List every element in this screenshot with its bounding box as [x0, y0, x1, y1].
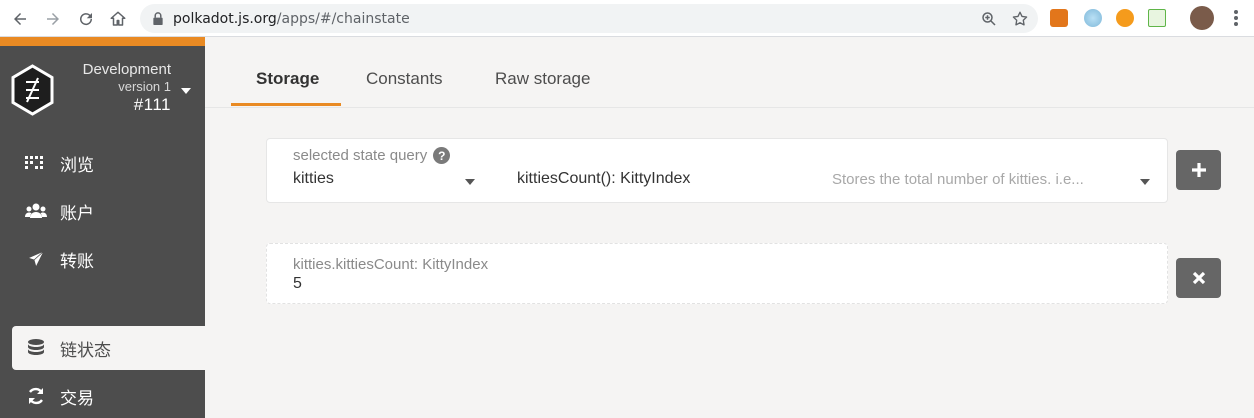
browser-menu-icon[interactable]: [1226, 8, 1246, 28]
database-icon: [24, 338, 48, 358]
result-label: kitties.kittiesCount: KittyIndex: [293, 256, 489, 273]
tab-constants[interactable]: Constants: [366, 69, 443, 89]
chain-dropdown-icon[interactable]: [181, 88, 191, 94]
plus-icon: [1191, 163, 1206, 177]
query-result: kitties.kittiesCount: KittyIndex 5: [266, 243, 1168, 304]
chain-info[interactable]: Development version 1 #111: [83, 61, 171, 115]
sidebar-item-explorer[interactable]: 浏览: [0, 141, 205, 185]
close-icon: [1192, 271, 1205, 285]
sidebar-item-extrinsics[interactable]: 交易: [0, 374, 205, 418]
tab-bar: Storage Constants Raw storage: [205, 37, 1254, 108]
profile-avatar[interactable]: [1190, 6, 1214, 30]
sidebar-item-transfer[interactable]: 转账: [0, 237, 205, 281]
query-label: selected state query ?: [293, 147, 451, 164]
forward-icon[interactable]: [40, 6, 66, 32]
bookmark-star-icon[interactable]: [1011, 10, 1029, 28]
url-text: polkadot.js.org/apps/#/chainstate: [173, 11, 410, 27]
extension-a-icon[interactable]: [1148, 9, 1166, 27]
sidebar: Development version 1 #111 浏览 账户 转账 链状态 …: [0, 37, 205, 418]
sidebar-item-label: 转账: [60, 251, 94, 272]
sidebar-item-chainstate[interactable]: 链状态: [12, 326, 205, 370]
active-tab-indicator: [231, 103, 341, 106]
sidebar-item-label: 浏览: [60, 155, 94, 176]
paper-plane-icon: [24, 249, 48, 269]
sidebar-item-accounts[interactable]: 账户: [0, 189, 205, 233]
back-icon[interactable]: [7, 6, 33, 32]
best-block-number: #111: [133, 95, 171, 114]
tab-raw-storage[interactable]: Raw storage: [495, 69, 590, 89]
substrate-logo[interactable]: [10, 64, 55, 116]
reload-icon[interactable]: [73, 6, 99, 32]
module-select[interactable]: kitties: [293, 170, 334, 188]
grid-dots-icon: [24, 153, 48, 173]
chain-version: version 1: [118, 79, 171, 94]
sidebar-item-label: 账户: [60, 203, 94, 224]
method-dropdown-icon[interactable]: [1140, 179, 1150, 185]
module-dropdown-icon[interactable]: [465, 179, 475, 185]
sidebar-item-label: 交易: [60, 388, 94, 409]
state-query-form: selected state query ? kitties kittiesCo…: [266, 138, 1168, 203]
home-icon[interactable]: [105, 6, 131, 32]
tab-storage[interactable]: Storage: [256, 69, 319, 89]
method-select[interactable]: kittiesCount(): KittyIndex: [517, 170, 690, 188]
sidebar-item-label: 链状态: [60, 340, 111, 361]
users-icon: [24, 201, 48, 221]
address-bar[interactable]: polkadot.js.org/apps/#/chainstate: [140, 4, 1038, 33]
method-description: Stores the total number of kitties. i.e.…: [832, 171, 1084, 188]
sync-icon: [24, 386, 48, 406]
add-query-button[interactable]: [1176, 150, 1221, 190]
chain-name: Development: [82, 61, 171, 78]
query-label-text: selected state query: [293, 147, 428, 164]
lock-icon: [153, 12, 163, 25]
help-icon[interactable]: ?: [433, 147, 451, 164]
remove-query-button[interactable]: [1176, 258, 1221, 298]
extension-globe-icon[interactable]: [1084, 9, 1102, 27]
sidebar-accent-bar: [0, 37, 205, 46]
browser-toolbar: polkadot.js.org/apps/#/chainstate: [0, 0, 1254, 37]
result-value: 5: [293, 275, 302, 292]
zoom-icon[interactable]: [980, 10, 998, 28]
metamask-extension-icon[interactable]: [1050, 9, 1068, 27]
extension-p-icon[interactable]: [1116, 9, 1134, 27]
